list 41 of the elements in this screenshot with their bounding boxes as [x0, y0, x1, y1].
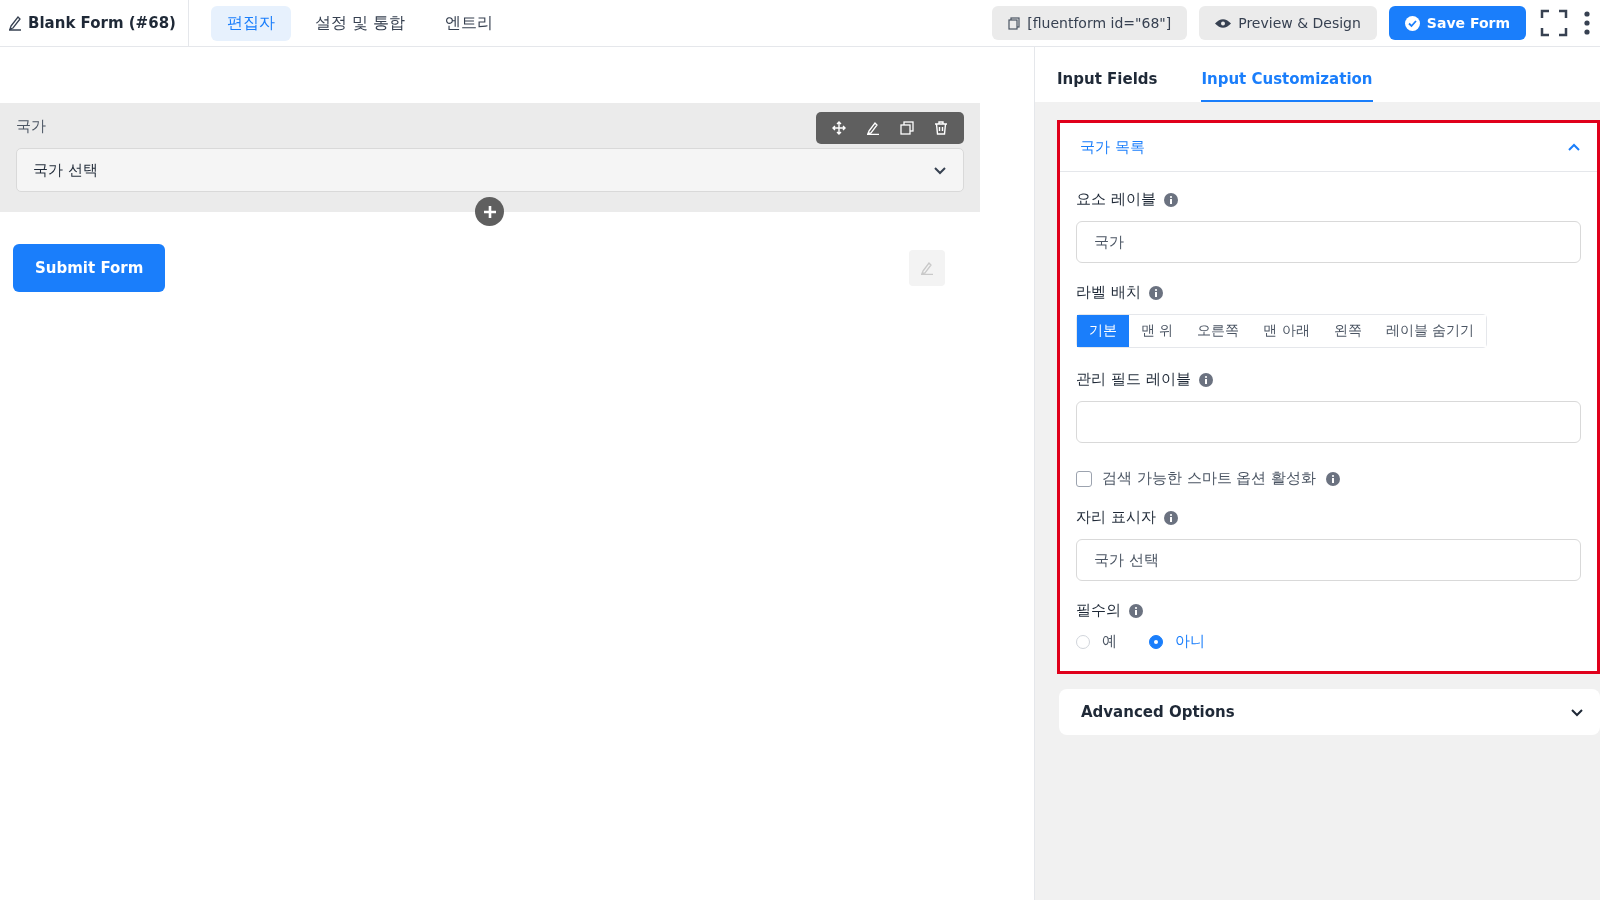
field-block[interactable]: 국가 국가 선택: [0, 103, 980, 212]
preview-button[interactable]: Preview & Design: [1199, 6, 1377, 40]
text-field[interactable]: 국가: [1076, 221, 1581, 263]
text-field[interactable]: [1076, 401, 1581, 443]
radio-label: 아니: [1175, 632, 1205, 651]
info-icon: [1148, 285, 1163, 300]
info-icon: [1326, 471, 1341, 486]
copy-icon: [1008, 16, 1021, 30]
save-button[interactable]: Save Form: [1388, 6, 1526, 40]
info-icon: [1163, 192, 1178, 207]
radio-label: 예: [1102, 632, 1117, 651]
setting-label: 자리 표시자: [1076, 508, 1156, 527]
nav-tab[interactable]: 엔트리: [429, 5, 510, 41]
placement-option[interactable]: 기본: [1077, 315, 1129, 347]
submit-button[interactable]: Submit Form: [13, 244, 166, 292]
field-label: 국가: [16, 117, 46, 136]
more-icon[interactable]: [1582, 9, 1592, 37]
text-field[interactable]: 국가 선택: [1076, 539, 1581, 581]
panel-tab[interactable]: Input Fields: [1057, 47, 1158, 102]
shortcode-button[interactable]: [fluentform id="68"]: [992, 6, 1188, 40]
radio-button[interactable]: [1149, 634, 1163, 649]
checkbox-label: 검색 가능한 스마트 옵션 활성화: [1102, 469, 1317, 488]
panel-tab[interactable]: Input Customization: [1201, 47, 1373, 102]
advanced-options-header[interactable]: Advanced Options: [1059, 689, 1600, 735]
info-icon: [1198, 372, 1213, 387]
country-select[interactable]: 국가 선택: [16, 148, 964, 192]
setting-label: 라벨 배치: [1076, 283, 1141, 302]
nav-tab[interactable]: 설정 및 통합: [298, 5, 422, 41]
setting-label: 필수의: [1076, 601, 1121, 620]
form-title: Blank Form (#68): [28, 14, 176, 32]
check-circle-icon: [1404, 15, 1420, 31]
pencil-icon: [920, 261, 934, 275]
setting-label: 관리 필드 레이블: [1076, 370, 1191, 389]
pencil-icon: [8, 15, 22, 31]
info-icon: [1129, 603, 1143, 618]
checkbox[interactable]: [1076, 470, 1092, 487]
setting-label: 요소 레이블: [1076, 190, 1156, 209]
fullscreen-icon[interactable]: [1538, 7, 1570, 39]
eye-icon: [1215, 17, 1232, 29]
section-header[interactable]: 국가 목록: [1060, 123, 1597, 172]
info-icon: [1163, 510, 1178, 525]
